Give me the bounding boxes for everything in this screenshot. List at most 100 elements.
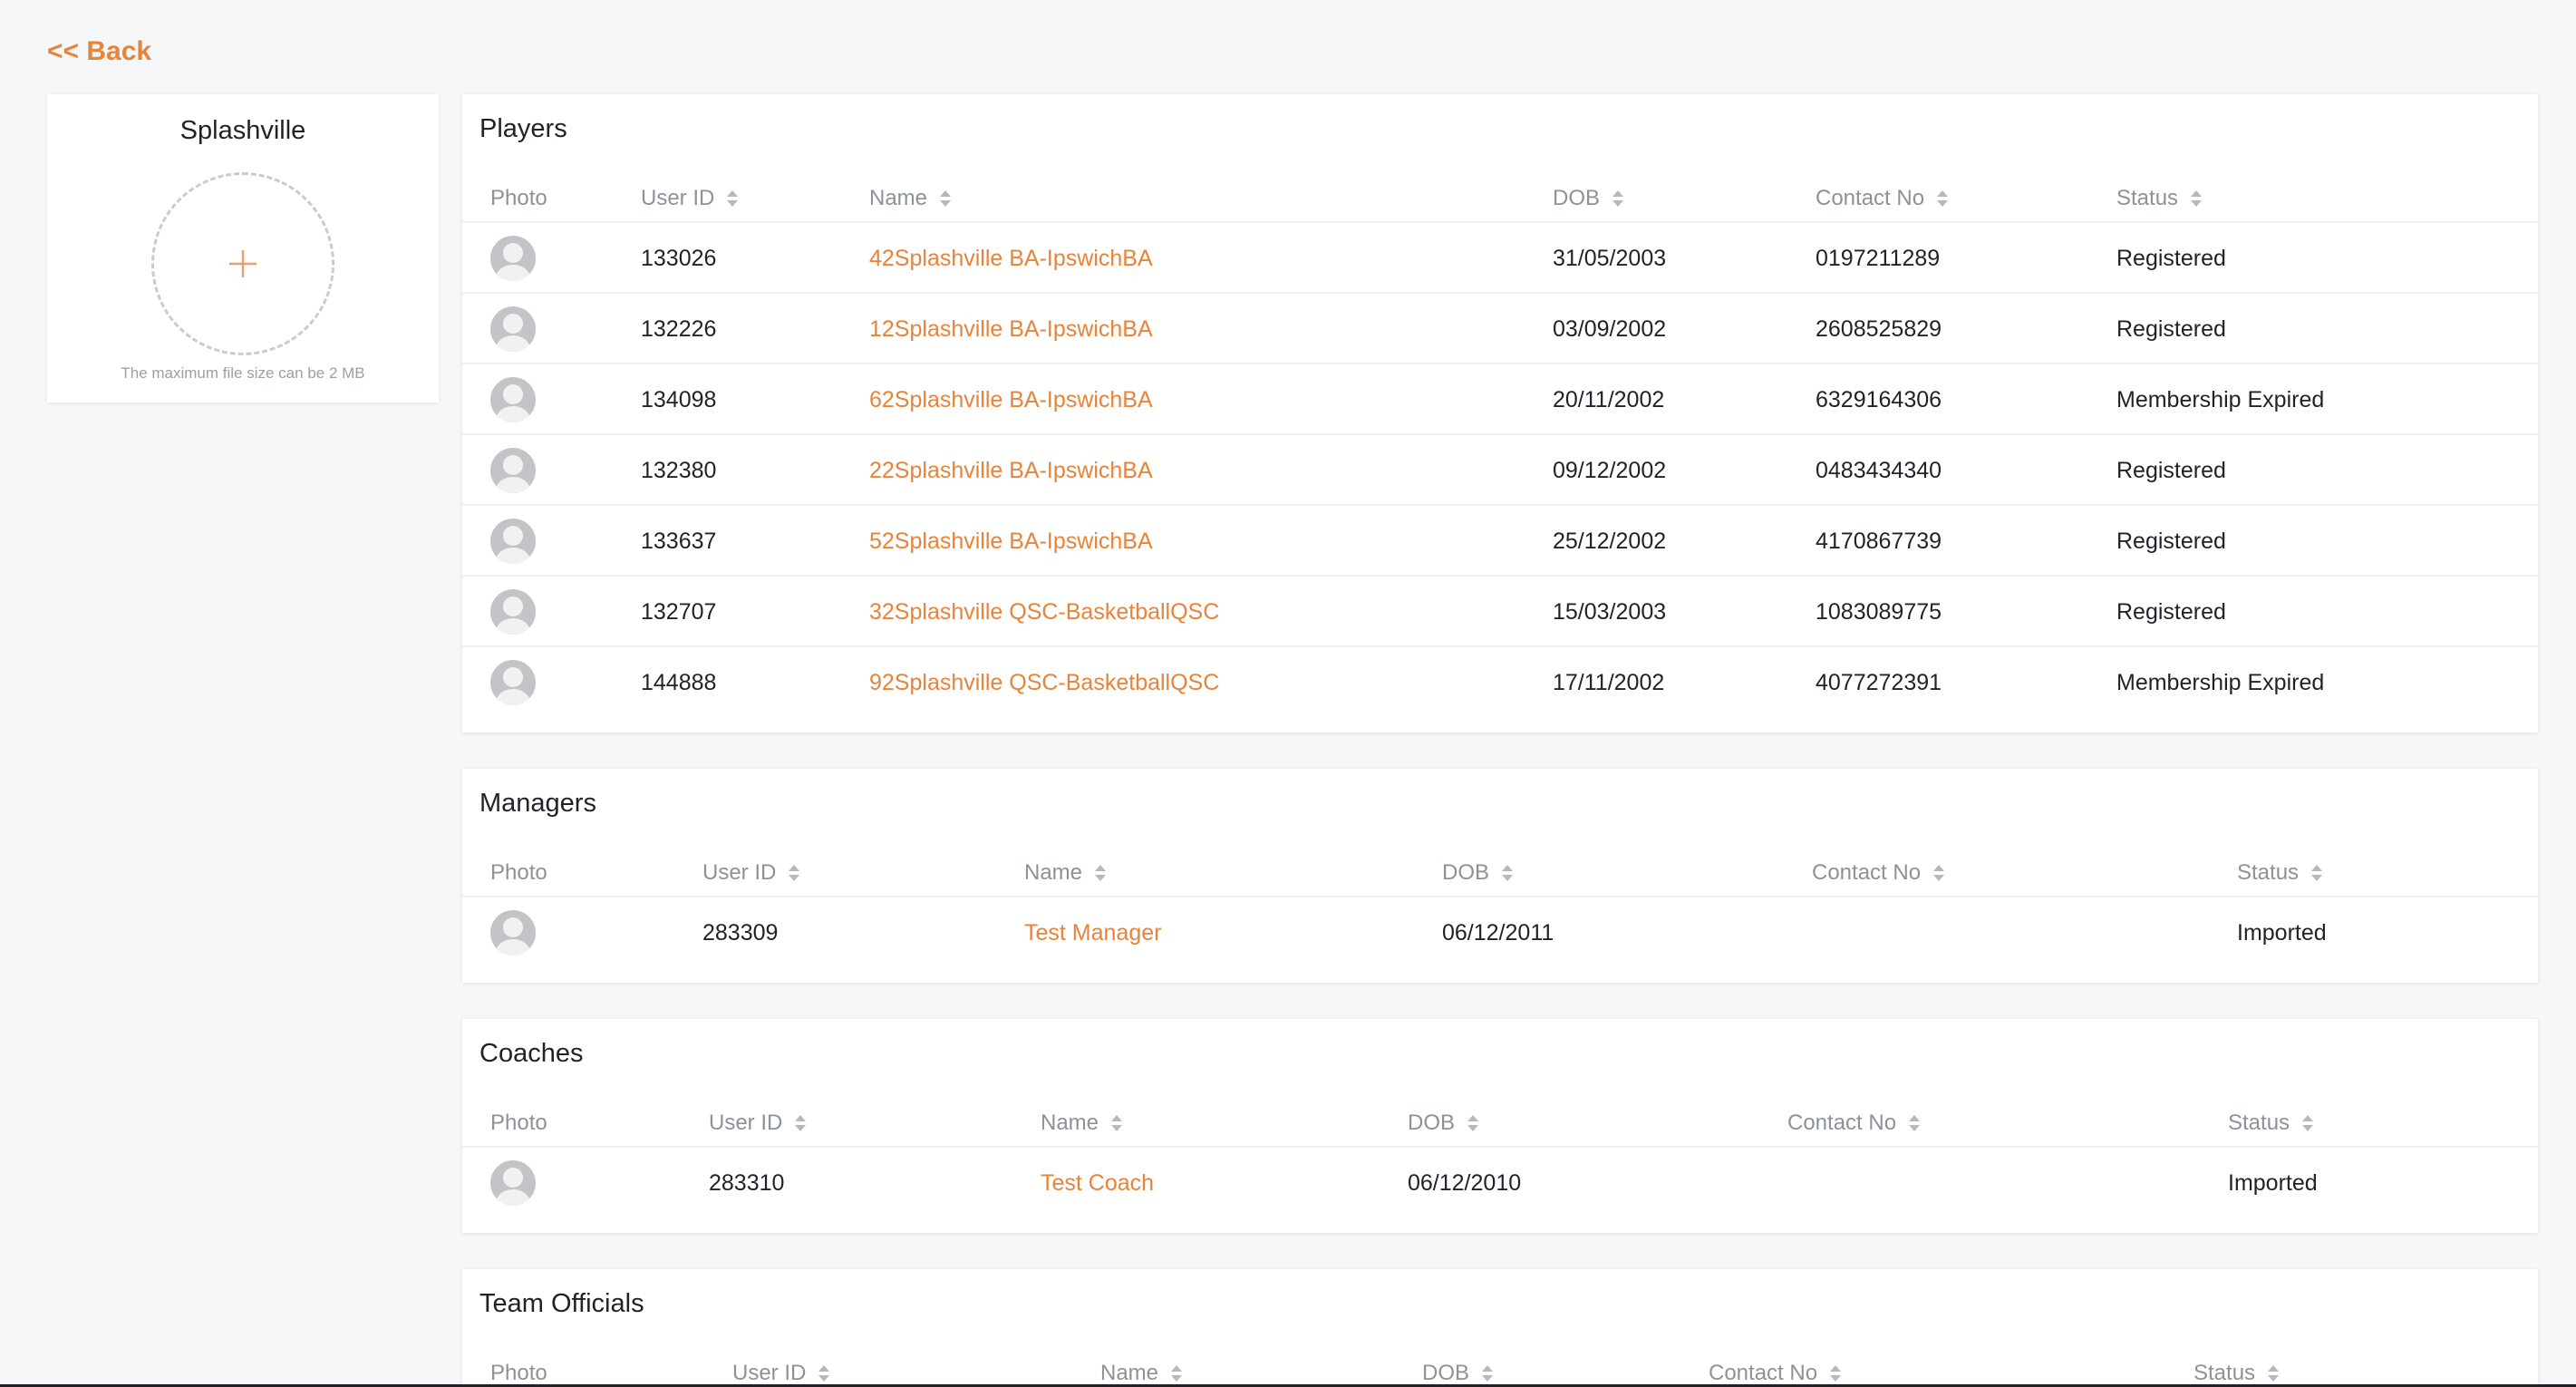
column-header-status[interactable]: Status xyxy=(2237,855,2323,891)
column-header-user-id[interactable]: User ID xyxy=(702,855,800,891)
column-header-contact-no[interactable]: Contact No xyxy=(1812,855,1945,891)
table-row: 144888 92Splashville QSC-BasketballQSC 17/… xyxy=(462,645,2538,716)
column-header-label: Name xyxy=(869,186,928,210)
sort-icon[interactable] xyxy=(1171,1363,1183,1383)
name-link[interactable]: 22Splashville BA-IpswichBA xyxy=(869,435,1153,506)
table-row: 133026 42Splashville BA-IpswichBA 31/05/20… xyxy=(462,221,2538,292)
column-header-dob[interactable]: DOB xyxy=(1553,180,1624,217)
avatar-placeholder-icon xyxy=(490,306,536,352)
coaches-panel: Coaches Photo User ID Name DOB Contact No Sta… xyxy=(462,1019,2538,1233)
sort-icon[interactable] xyxy=(789,863,800,883)
column-header-name[interactable]: Name xyxy=(1024,855,1107,891)
photo-cell xyxy=(490,897,536,968)
column-header-label: Name xyxy=(1024,860,1083,885)
sort-icon[interactable] xyxy=(727,189,739,209)
column-header-name[interactable]: Name xyxy=(1041,1105,1123,1141)
logo-upload-button[interactable] xyxy=(151,172,334,355)
column-header-label: Contact No xyxy=(1816,186,1925,210)
column-header-contact-no[interactable]: Contact No xyxy=(1709,1355,1842,1387)
sort-icon[interactable] xyxy=(1095,863,1107,883)
name-link[interactable]: 42Splashville BA-IpswichBA xyxy=(869,223,1153,294)
column-header-status[interactable]: Status xyxy=(2193,1355,2280,1387)
column-header-label: User ID xyxy=(732,1361,807,1385)
user-id-cell: 132707 xyxy=(641,598,717,625)
status-cell: Membership Expired xyxy=(2116,669,2325,695)
column-header-user-id[interactable]: User ID xyxy=(709,1105,807,1141)
column-header-label: Contact No xyxy=(1787,1111,1897,1135)
plus-icon xyxy=(229,250,257,277)
panel-title: Managers xyxy=(479,789,596,818)
column-header-name[interactable]: Name xyxy=(869,180,952,217)
name-link[interactable]: 12Splashville BA-IpswichBA xyxy=(869,294,1153,364)
column-header-dob[interactable]: DOB xyxy=(1442,855,1514,891)
dob-cell: 15/03/2003 xyxy=(1553,598,1667,625)
column-header-status[interactable]: Status xyxy=(2116,180,2203,217)
sort-icon[interactable] xyxy=(1467,1113,1479,1133)
sort-icon[interactable] xyxy=(795,1113,807,1133)
sort-icon[interactable] xyxy=(940,189,952,209)
name-link[interactable]: 52Splashville BA-IpswichBA xyxy=(869,506,1153,577)
back-link[interactable]: << Back xyxy=(47,36,151,67)
column-header-name[interactable]: Name xyxy=(1100,1355,1183,1387)
table-row: 283309 Test Manager 06/12/2011 Imported xyxy=(462,896,2538,966)
column-header-label: Name xyxy=(1041,1111,1099,1135)
sort-icon[interactable] xyxy=(2268,1363,2280,1383)
photo-cell xyxy=(490,435,536,506)
dob-cell: 06/12/2010 xyxy=(1408,1169,1522,1196)
column-header-photo: Photo xyxy=(490,180,547,217)
name-link[interactable]: 92Splashville QSC-BasketballQSC xyxy=(869,647,1219,718)
sort-icon[interactable] xyxy=(1933,863,1945,883)
avatar-placeholder-icon xyxy=(490,660,536,705)
dob-cell: 03/09/2002 xyxy=(1553,315,1667,342)
team-officials-panel: Team Officials Photo User ID Name DOB Contac… xyxy=(462,1269,2538,1387)
column-header-label: User ID xyxy=(709,1111,783,1135)
sort-icon[interactable] xyxy=(2191,189,2203,209)
name-link[interactable]: Test Coach xyxy=(1041,1148,1154,1218)
sort-icon[interactable] xyxy=(1502,863,1514,883)
user-id-cell: 144888 xyxy=(641,669,717,695)
column-header-user-id[interactable]: User ID xyxy=(732,1355,830,1387)
user-id-cell: 133637 xyxy=(641,528,717,554)
sort-icon[interactable] xyxy=(1830,1363,1842,1383)
table-header: Photo User ID Name DOB Contact No Status xyxy=(462,1105,2538,1141)
sort-icon[interactable] xyxy=(1111,1113,1123,1133)
column-header-label: Photo xyxy=(490,1361,547,1385)
sort-icon[interactable] xyxy=(1482,1363,1494,1383)
table-row: 134098 62Splashville BA-IpswichBA 20/11/20… xyxy=(462,363,2538,433)
sort-icon[interactable] xyxy=(2311,863,2323,883)
sort-icon[interactable] xyxy=(1612,189,1624,209)
sort-icon[interactable] xyxy=(818,1363,830,1383)
photo-cell xyxy=(490,506,536,577)
column-header-label: Photo xyxy=(490,1111,547,1135)
sort-icon[interactable] xyxy=(1937,189,1949,209)
sort-icon[interactable] xyxy=(2302,1113,2314,1133)
table-row: 133637 52Splashville BA-IpswichBA 25/12/20… xyxy=(462,504,2538,575)
column-header-contact-no[interactable]: Contact No xyxy=(1816,180,1949,217)
name-link[interactable]: 62Splashville BA-IpswichBA xyxy=(869,364,1153,435)
table-row: 132707 32Splashville QSC-BasketballQSC 15/… xyxy=(462,575,2538,645)
dob-cell: 25/12/2002 xyxy=(1553,528,1667,554)
column-header-photo: Photo xyxy=(490,855,547,891)
photo-cell xyxy=(490,294,536,364)
name-link[interactable]: Test Manager xyxy=(1024,897,1161,968)
photo-cell xyxy=(490,577,536,647)
avatar-placeholder-icon xyxy=(490,589,536,635)
panel-title: Players xyxy=(479,114,567,143)
column-header-status[interactable]: Status xyxy=(2228,1105,2314,1141)
sort-icon[interactable] xyxy=(1909,1113,1921,1133)
column-header-dob[interactable]: DOB xyxy=(1422,1355,1494,1387)
contact-no-cell: 6329164306 xyxy=(1816,386,1942,412)
status-cell: Imported xyxy=(2228,1169,2318,1196)
panel-title: Team Officials xyxy=(479,1289,644,1318)
photo-cell xyxy=(490,1148,536,1218)
avatar-placeholder-icon xyxy=(490,1160,536,1206)
name-link[interactable]: 32Splashville QSC-BasketballQSC xyxy=(869,577,1219,647)
table-header: Photo User ID Name DOB Contact No Status xyxy=(462,855,2538,891)
column-header-user-id[interactable]: User ID xyxy=(641,180,739,217)
contact-no-cell: 0197211289 xyxy=(1816,245,1941,271)
photo-cell xyxy=(490,223,536,294)
column-header-dob[interactable]: DOB xyxy=(1408,1105,1479,1141)
column-header-contact-no[interactable]: Contact No xyxy=(1787,1105,1921,1141)
dob-cell: 31/05/2003 xyxy=(1553,245,1667,271)
column-header-label: DOB xyxy=(1442,860,1490,885)
